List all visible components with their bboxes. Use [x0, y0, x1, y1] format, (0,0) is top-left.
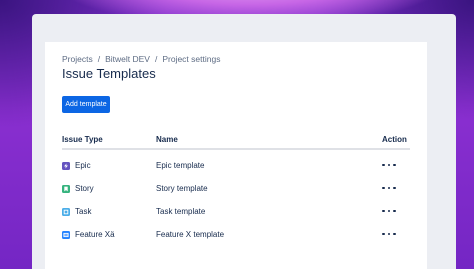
main-content: Projects / Bitwelt DEV / Project settings Is… [45, 42, 427, 269]
more-icon [382, 163, 385, 167]
table-row: Task Task template [45, 205, 427, 221]
task-icon [62, 207, 70, 216]
issue-type-label: Story [75, 184, 94, 193]
more-actions-button[interactable] [382, 229, 396, 239]
issue-type-cell: Task [62, 207, 91, 216]
column-header-issue-type: Issue Type [62, 135, 103, 144]
page-title: Issue Templates [62, 66, 156, 81]
issue-type-label: Feature Xä [75, 230, 115, 239]
more-icon [382, 209, 385, 213]
more-actions-button[interactable] [382, 160, 396, 170]
table-row: Epic Epic template [45, 159, 427, 175]
more-icon [387, 163, 391, 167]
more-icon [393, 163, 396, 167]
breadcrumb-separator: / [154, 54, 158, 64]
template-name[interactable]: Task template [156, 207, 205, 216]
issue-type-label: Task [75, 207, 92, 216]
epic-icon [62, 161, 70, 170]
table-row: Feature Xä Feature X template [45, 228, 427, 244]
column-header-name: Name [156, 135, 178, 144]
more-icon [382, 186, 385, 190]
breadcrumb-project[interactable]: Bitwelt DEV [105, 54, 150, 64]
issue-type-cell: Epic [62, 161, 91, 170]
breadcrumb-projects[interactable]: Projects [62, 54, 93, 64]
more-icon [393, 209, 396, 213]
breadcrumb-project-settings[interactable]: Project settings [162, 54, 220, 64]
add-template-button[interactable]: Add template [62, 96, 110, 113]
more-icon [382, 232, 385, 236]
template-name[interactable]: Story template [156, 184, 208, 193]
breadcrumb-separator: / [97, 54, 101, 64]
more-icon [387, 209, 391, 213]
template-name[interactable]: Feature X template [156, 230, 224, 239]
more-icon [387, 186, 391, 190]
more-icon [387, 232, 391, 236]
more-actions-button[interactable] [382, 206, 396, 216]
more-icon [393, 232, 396, 236]
template-name[interactable]: Epic template [156, 161, 204, 170]
column-header-action: Action [382, 135, 407, 144]
issue-type-label: Epic [75, 161, 91, 170]
more-actions-button[interactable] [382, 183, 396, 193]
issue-type-cell: Story [62, 184, 94, 193]
table-row: Story Story template [45, 182, 427, 198]
more-icon [393, 186, 396, 190]
table-header-divider [62, 148, 410, 150]
story-icon [62, 184, 70, 193]
breadcrumb: Projects / Bitwelt DEV / Project settings [62, 54, 220, 64]
issue-type-cell: Feature Xä [62, 230, 115, 239]
feature-icon [62, 230, 70, 239]
